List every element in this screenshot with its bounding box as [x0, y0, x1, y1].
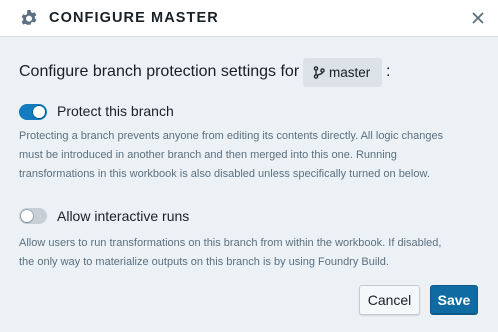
interactive-runs-toggle[interactable]: [19, 208, 47, 224]
save-button[interactable]: Save: [430, 285, 478, 315]
description-line: Allow users to run transformations on th…: [19, 237, 442, 249]
interactive-runs-label: Allow interactive runs: [57, 208, 190, 224]
description-line: must be introduced in another branch and…: [19, 149, 397, 161]
gear-icon: [21, 10, 37, 25]
git-branch-icon: [313, 66, 325, 79]
protect-branch-toggle[interactable]: [19, 104, 47, 120]
interactive-runs-description: Allow users to run transformations on th…: [19, 234, 441, 272]
section-heading: Configure branch protection settings for: [19, 63, 300, 80]
dialog-title: CONFIGURE MASTER: [49, 10, 219, 26]
toggle-knob: [33, 106, 45, 118]
cancel-button[interactable]: Cancel: [359, 285, 420, 315]
dialog-header: CONFIGURE MASTER: [0, 0, 498, 37]
description-line: Protecting a branch prevents anyone from…: [19, 130, 444, 142]
heading-colon: :: [386, 63, 391, 80]
branch-tag: master: [303, 58, 382, 87]
configure-master-dialog: CONFIGURE MASTER Configure branch protec…: [0, 0, 498, 332]
close-icon[interactable]: [471, 11, 485, 25]
protect-branch-description: Protecting a branch prevents anyone from…: [19, 127, 443, 184]
branch-name: master: [329, 65, 371, 80]
protect-branch-label: Protect this branch: [57, 103, 174, 119]
description-line: transformations in this workbook is also…: [19, 168, 430, 180]
description-line: the only way to materialize outputs on t…: [19, 256, 389, 268]
toggle-knob: [21, 210, 33, 222]
